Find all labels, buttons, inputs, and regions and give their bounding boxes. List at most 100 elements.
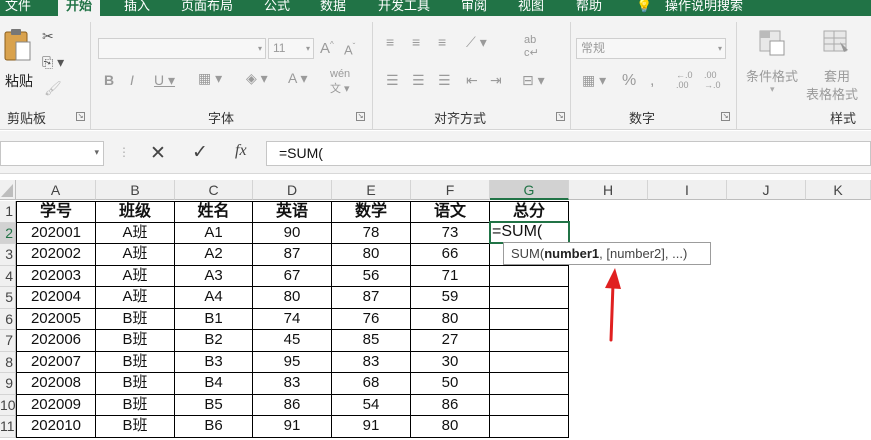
cut-icon[interactable]: ✂ [42,28,54,45]
row-header-1[interactable]: 1 [0,201,16,223]
cell-c10[interactable]: B5 [175,394,253,416]
active-cell[interactable]: =SUM( [489,221,570,244]
cell-c8[interactable]: B3 [175,351,253,373]
cell-e11[interactable]: 91 [332,416,411,438]
cell-d11[interactable]: 91 [253,416,332,438]
cell-f11[interactable]: 80 [411,416,490,438]
cell-c9[interactable]: B4 [175,373,253,395]
cell-f1[interactable]: 语文 [411,201,490,223]
phonetic-icon[interactable]: wén 文 ▾ [330,68,350,96]
cell-d7[interactable]: 45 [253,330,332,352]
tab-developer[interactable]: 开发工具 [378,0,430,16]
align-bottom-icon[interactable]: ≡ [438,34,446,50]
cell-e1[interactable]: 数学 [332,201,411,223]
clipboard-launcher-icon[interactable]: ↘ [76,112,85,121]
cell-g1[interactable]: 总分 [490,201,569,223]
font-size-combo[interactable]: 11 ▾ [268,38,314,59]
cell-g4[interactable] [490,265,569,287]
cell-d1[interactable]: 英语 [253,201,332,223]
font-name-combo[interactable]: ▾ [98,38,266,59]
column-header-a[interactable]: A [16,180,96,200]
accounting-format-icon[interactable]: ▦ ▾ [582,72,606,89]
column-header-e[interactable]: E [332,180,411,200]
cell-e5[interactable]: 87 [332,287,411,309]
cell-a4[interactable]: 202003 [16,265,96,287]
cell-a6[interactable]: 202005 [16,308,96,330]
cell-a7[interactable]: 202006 [16,330,96,352]
cell-f3[interactable]: 66 [411,244,490,266]
align-center-icon[interactable]: ☰ [412,72,425,89]
tab-insert[interactable]: 插入 [124,0,150,16]
underline-icon[interactable]: U ▾ [154,72,175,89]
cell-g11[interactable] [490,416,569,438]
cell-f9[interactable]: 50 [411,373,490,395]
row-header-6[interactable]: 6 [0,308,16,330]
cell-e10[interactable]: 54 [332,394,411,416]
borders-icon[interactable]: ▦ ▾ [198,70,222,87]
fill-color-icon[interactable]: ◈ ▾ [246,70,268,87]
cell-b4[interactable]: A班 [96,265,175,287]
orientation-icon[interactable]: ⟋ ▾ [466,34,487,51]
paste-button[interactable]: 粘贴 [2,26,36,96]
cell-c7[interactable]: B2 [175,330,253,352]
cell-a11[interactable]: 202010 [16,416,96,438]
copy-icon[interactable]: ⎘ ▾ [42,54,64,71]
cell-b3[interactable]: A班 [96,244,175,266]
comma-style-icon[interactable]: , [650,72,654,90]
formula-input[interactable]: =SUM( [266,141,871,166]
cell-d9[interactable]: 83 [253,373,332,395]
tab-file[interactable]: 文件 [5,0,31,16]
cell-d6[interactable]: 74 [253,308,332,330]
cell-e3[interactable]: 80 [332,244,411,266]
cell-a3[interactable]: 202002 [16,244,96,266]
wrap-text-icon[interactable]: ab c↵ [524,34,539,59]
column-header-j[interactable]: J [727,180,806,200]
conditional-format-button[interactable]: 条件格式 ▾ [742,28,804,102]
tab-page-layout[interactable]: 页面布局 [181,0,233,16]
column-header-k[interactable]: K [806,180,871,200]
alignment-launcher-icon[interactable]: ↘ [556,112,565,121]
cell-f5[interactable]: 59 [411,287,490,309]
increase-indent-icon[interactable]: ⇥ [490,72,502,89]
insert-function-icon[interactable]: fx [235,142,247,160]
cell-g6[interactable] [490,308,569,330]
tab-formulas[interactable]: 公式 [264,0,290,16]
format-as-table-button[interactable]: 套用 表格格式 [806,28,870,102]
column-header-d[interactable]: D [253,180,332,200]
cell-f6[interactable]: 80 [411,308,490,330]
cell-f8[interactable]: 30 [411,351,490,373]
format-painter-icon[interactable]: 🖌 [44,80,62,97]
cell-e2[interactable]: 78 [332,222,411,244]
row-header-5[interactable]: 5 [0,287,16,309]
cell-b11[interactable]: B班 [96,416,175,438]
align-top-icon[interactable]: ≡ [386,34,394,50]
cell-d8[interactable]: 95 [253,351,332,373]
cell-c11[interactable]: B6 [175,416,253,438]
cell-e6[interactable]: 76 [332,308,411,330]
cell-c5[interactable]: A4 [175,287,253,309]
tab-data[interactable]: 数据 [320,0,346,16]
cancel-icon[interactable]: ✕ [150,142,166,165]
number-format-combo[interactable]: 常规 ▾ [576,38,726,59]
cell-c1[interactable]: 姓名 [175,201,253,223]
cell-g8[interactable] [490,351,569,373]
column-header-h[interactable]: H [569,180,648,200]
cell-c6[interactable]: B1 [175,308,253,330]
row-header-4[interactable]: 4 [0,265,16,287]
font-color-icon[interactable]: A ▾ [288,70,307,87]
cell-d5[interactable]: 80 [253,287,332,309]
column-header-i[interactable]: I [648,180,727,200]
cell-c4[interactable]: A3 [175,265,253,287]
cell-e8[interactable]: 83 [332,351,411,373]
cell-f4[interactable]: 71 [411,265,490,287]
cell-g5[interactable] [490,287,569,309]
cell-c3[interactable]: A2 [175,244,253,266]
column-header-g[interactable]: G [490,180,569,200]
italic-icon[interactable]: I [130,72,134,88]
cell-a1[interactable]: 学号 [16,201,96,223]
cell-d4[interactable]: 67 [253,265,332,287]
cell-f2[interactable]: 73 [411,222,490,244]
cell-b10[interactable]: B班 [96,394,175,416]
column-header-f[interactable]: F [411,180,490,200]
cell-f10[interactable]: 86 [411,394,490,416]
